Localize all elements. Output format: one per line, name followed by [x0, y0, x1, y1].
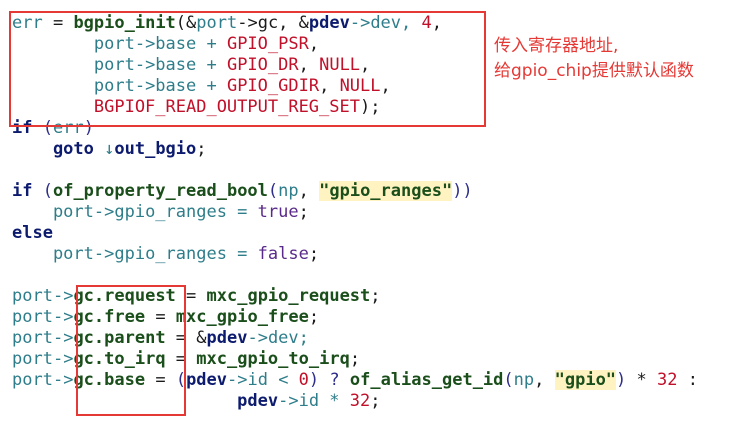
code-token: "gpio_ranges"	[319, 181, 453, 201]
code-token: 32	[349, 391, 371, 411]
code-token: mxc_gpio_to_irq	[196, 349, 350, 369]
code-token: 32	[657, 370, 678, 390]
code-token: ->dev;	[247, 328, 309, 348]
code-line: port->gpio_ranges = true;	[12, 202, 698, 223]
code-token: mxc_gpio_free	[175, 307, 309, 327]
code-token: false	[257, 244, 309, 264]
code-token: np	[513, 370, 535, 390]
code-line: goto ↓out_bgio;	[12, 139, 698, 160]
code-token: ->	[52, 349, 74, 369]
code-token: ;	[298, 202, 309, 222]
code-token: "gpio"	[554, 370, 617, 390]
code-token: :	[677, 370, 698, 390]
code-token: ->gpio_ranges =	[93, 202, 258, 222]
code-token: ,	[298, 181, 320, 201]
code-token: of_alias_get_id	[349, 370, 504, 390]
code-token: port	[12, 307, 53, 327]
code-token: pdev	[186, 370, 228, 390]
code-token: ↓	[93, 139, 115, 159]
code-token: ))	[452, 181, 473, 201]
gc-members-highlight-box	[76, 285, 186, 416]
code-token: out_bgio	[114, 139, 197, 159]
code-token: )	[616, 370, 627, 390]
code-token: ,	[534, 370, 555, 390]
code-token: ->	[52, 286, 74, 306]
code-token: ->	[52, 370, 74, 390]
code-token: ->	[52, 328, 74, 348]
code-line: port->gpio_ranges = false;	[12, 244, 698, 265]
annotation-line-2: 给gpio_chip提供默认函数	[494, 61, 694, 81]
code-line: if (of_property_read_bool(np, "gpio_rang…	[12, 181, 698, 202]
code-token: (	[503, 370, 514, 390]
code-token: port	[12, 244, 94, 264]
code-token: ->id *	[278, 391, 350, 411]
code-token: ) ?	[308, 370, 350, 390]
code-token: ;	[349, 349, 361, 369]
code-token: *	[626, 370, 658, 390]
code-line: else	[12, 223, 698, 244]
code-token: ;	[308, 307, 320, 327]
code-token: ->id <	[227, 370, 299, 390]
code-token: ->	[52, 307, 74, 327]
code-token: port	[12, 349, 53, 369]
annotation-note: 传入寄存器地址, 给gpio_chip提供默认函数	[494, 34, 694, 84]
code-token: ;	[370, 286, 381, 306]
code-token: port	[12, 202, 94, 222]
code-token: mxc_gpio_request	[206, 286, 371, 306]
code-token: (	[32, 181, 53, 201]
code-token: port	[12, 370, 53, 390]
code-token: port	[12, 286, 53, 306]
code-token: else	[12, 223, 53, 243]
code-token: ->gpio_ranges =	[93, 244, 258, 264]
code-token: if	[12, 181, 33, 201]
code-token: 0	[298, 370, 309, 390]
annotation-line-1: 传入寄存器地址,	[494, 36, 619, 56]
code-token: ;	[370, 391, 381, 411]
code-token: ;	[308, 244, 320, 264]
code-token: of_property_read_bool	[52, 181, 268, 201]
code-token: (	[267, 181, 279, 201]
code-token: pdev	[206, 328, 248, 348]
code-token: ;	[196, 139, 207, 159]
code-token: np	[278, 181, 299, 201]
code-token: port	[12, 328, 53, 348]
code-token: goto	[12, 139, 94, 159]
bgpio-init-highlight-box	[9, 11, 486, 127]
code-token: true	[257, 202, 299, 222]
